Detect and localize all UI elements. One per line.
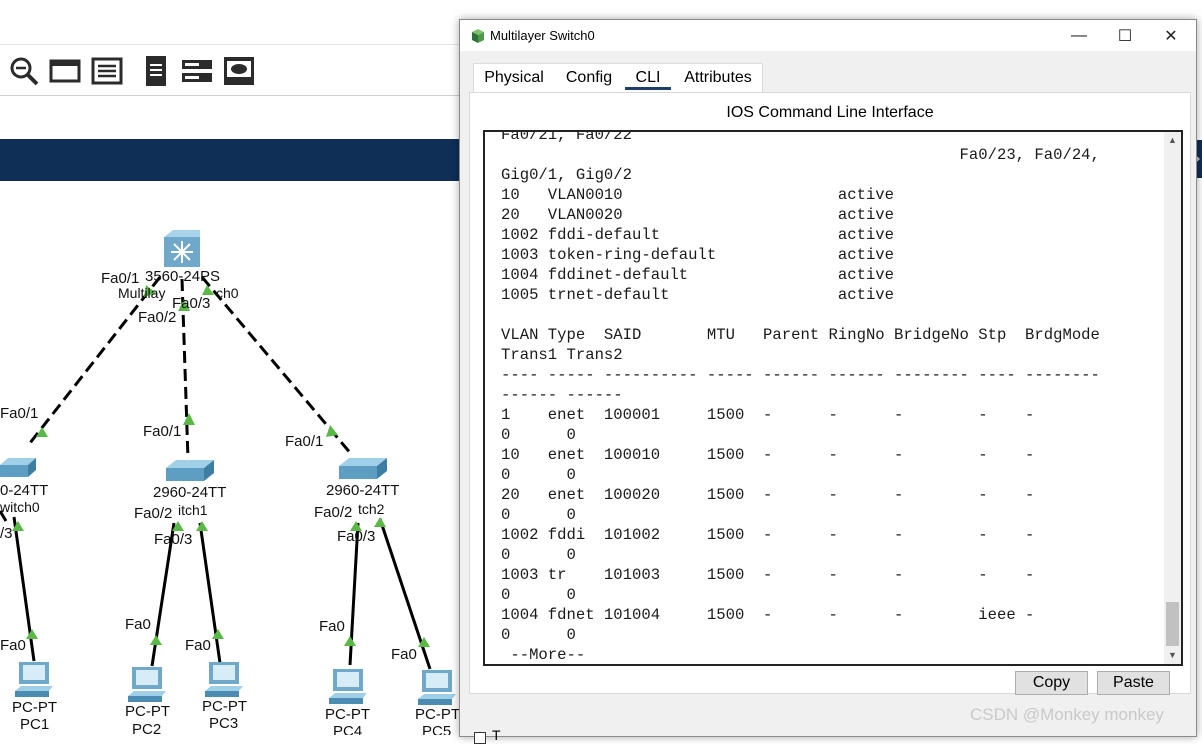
cli-output: Fa0/21, Fa0/22 Fa0/23, Fa0/24, Gig0/1, G…	[501, 130, 1151, 665]
pc4-icon[interactable]	[329, 668, 369, 706]
switch1-name: itch1	[178, 502, 208, 518]
port-label: Fa0/2	[134, 505, 172, 522]
tab-attributes[interactable]: Attributes	[680, 63, 756, 92]
switch1-icon[interactable]	[166, 459, 214, 483]
port-label: Fa0	[185, 637, 211, 654]
port-label: Fa0/2	[138, 309, 176, 326]
port-label: Fa0/1	[285, 433, 323, 450]
window-title: Multilayer Switch0	[490, 28, 595, 43]
link-indicator	[326, 425, 338, 437]
link-indicator	[183, 413, 195, 425]
link-indicator	[212, 629, 224, 639]
window-titlebar[interactable]: Multilayer Switch0 — ☐ ✕	[460, 20, 1196, 51]
copy-button[interactable]: Copy	[1015, 671, 1088, 695]
zoom-icon[interactable]	[8, 55, 40, 87]
pc2-type: PC-PT	[125, 703, 170, 720]
workspace-toolbar	[0, 44, 460, 96]
multilayer-switch-app-icon	[470, 28, 486, 44]
list-icon[interactable]	[91, 55, 123, 87]
link-indicator	[344, 636, 356, 646]
cli-header: IOS Command Line Interface	[470, 104, 1190, 122]
switch1-model: 2960-24TT	[153, 484, 226, 501]
link-indicator	[26, 629, 38, 639]
port-label: Fa0/3	[154, 531, 192, 548]
document-icon[interactable]	[140, 55, 172, 87]
link-indicator	[196, 521, 208, 531]
link-indicator	[150, 635, 162, 645]
paste-button[interactable]: Paste	[1097, 671, 1170, 695]
multilayer-switch-name-tail: ch0	[216, 285, 239, 301]
port-label: /3	[0, 525, 13, 542]
port-label: Fa0/1	[143, 423, 181, 440]
pc2-name: PC2	[132, 721, 161, 735]
switch0-icon[interactable]	[0, 457, 36, 479]
maximize-button[interactable]: ☐	[1102, 20, 1148, 51]
port-label: Fa0	[125, 616, 151, 633]
link-indicator	[374, 517, 386, 527]
switch0-name: witch0	[0, 499, 40, 515]
tab-cli-active-underline	[625, 87, 671, 90]
cloud-device-icon[interactable]	[223, 55, 255, 87]
pc4-name: PC4	[333, 723, 362, 735]
watermark: CSDN @Monkey monkey	[970, 705, 1164, 725]
scroll-thumb[interactable]	[1166, 602, 1179, 646]
workspace-navy-band	[0, 139, 460, 181]
minimize-button[interactable]: —	[1056, 20, 1102, 51]
multilayer-switch-icon[interactable]	[163, 229, 201, 269]
port-label: Fa0/2	[314, 504, 352, 521]
pc4-type: PC-PT	[325, 706, 370, 723]
scroll-up-icon[interactable]: ▲	[1164, 132, 1181, 149]
port-label: Fa0/1	[101, 270, 139, 287]
switch2-icon[interactable]	[339, 457, 387, 481]
pc3-name: PC3	[209, 715, 238, 732]
pc3-icon[interactable]	[205, 661, 245, 699]
pc5-type: PC-PT	[415, 706, 460, 723]
pc1-icon[interactable]	[15, 661, 55, 699]
switch0-model: 0-24TT	[0, 482, 48, 499]
pc1-name: PC1	[20, 716, 49, 733]
close-button[interactable]: ✕	[1148, 20, 1194, 51]
scroll-down-icon[interactable]: ▼	[1164, 647, 1181, 664]
port-label: Fa0	[0, 637, 26, 654]
top-checkbox-label: T	[492, 727, 501, 743]
router-device-icon[interactable]	[181, 55, 213, 87]
cli-panel: IOS Command Line Interface Fa0/21, Fa0/2…	[469, 92, 1191, 694]
pc1-type: PC-PT	[12, 699, 57, 716]
multilayer-switch-model: 3560-24PS	[145, 268, 220, 285]
pc2-icon[interactable]	[128, 666, 168, 704]
top-checkbox[interactable]	[474, 732, 486, 744]
device-window: Multilayer Switch0 — ☐ ✕ Physical Config…	[459, 19, 1197, 737]
pc5-icon[interactable]	[418, 669, 458, 707]
link-ml-sw0	[30, 277, 160, 443]
link-indicator	[202, 285, 214, 295]
pc3-type: PC-PT	[202, 698, 247, 715]
topology-canvas[interactable]: 3560-24PS Multilay ch0 Fa0/1 Fa0/3 Fa0/2…	[0, 181, 460, 735]
cli-console[interactable]: Fa0/21, Fa0/22 Fa0/23, Fa0/24, Gig0/1, G…	[483, 130, 1183, 666]
switch2-name: tch2	[358, 501, 384, 517]
link-indicator	[36, 427, 48, 437]
port-label: Fa0/3	[172, 295, 210, 312]
port-label: Fa0/3	[337, 528, 375, 545]
switch2-model: 2960-24TT	[326, 482, 399, 499]
multilayer-switch-name: Multilay	[118, 285, 165, 301]
port-label: Fa0	[319, 618, 345, 635]
port-label: Fa0	[391, 646, 417, 663]
tab-config[interactable]: Config	[560, 63, 618, 92]
cli-scrollbar[interactable]: ▲ ▼	[1164, 132, 1181, 664]
pc5-name: PC5	[422, 723, 451, 735]
port-label: Fa0/1	[0, 405, 38, 422]
tab-physical[interactable]: Physical	[477, 63, 551, 92]
window-icon[interactable]	[49, 55, 81, 87]
workspace: 3560-24PS Multilay ch0 Fa0/1 Fa0/3 Fa0/2…	[0, 0, 460, 735]
